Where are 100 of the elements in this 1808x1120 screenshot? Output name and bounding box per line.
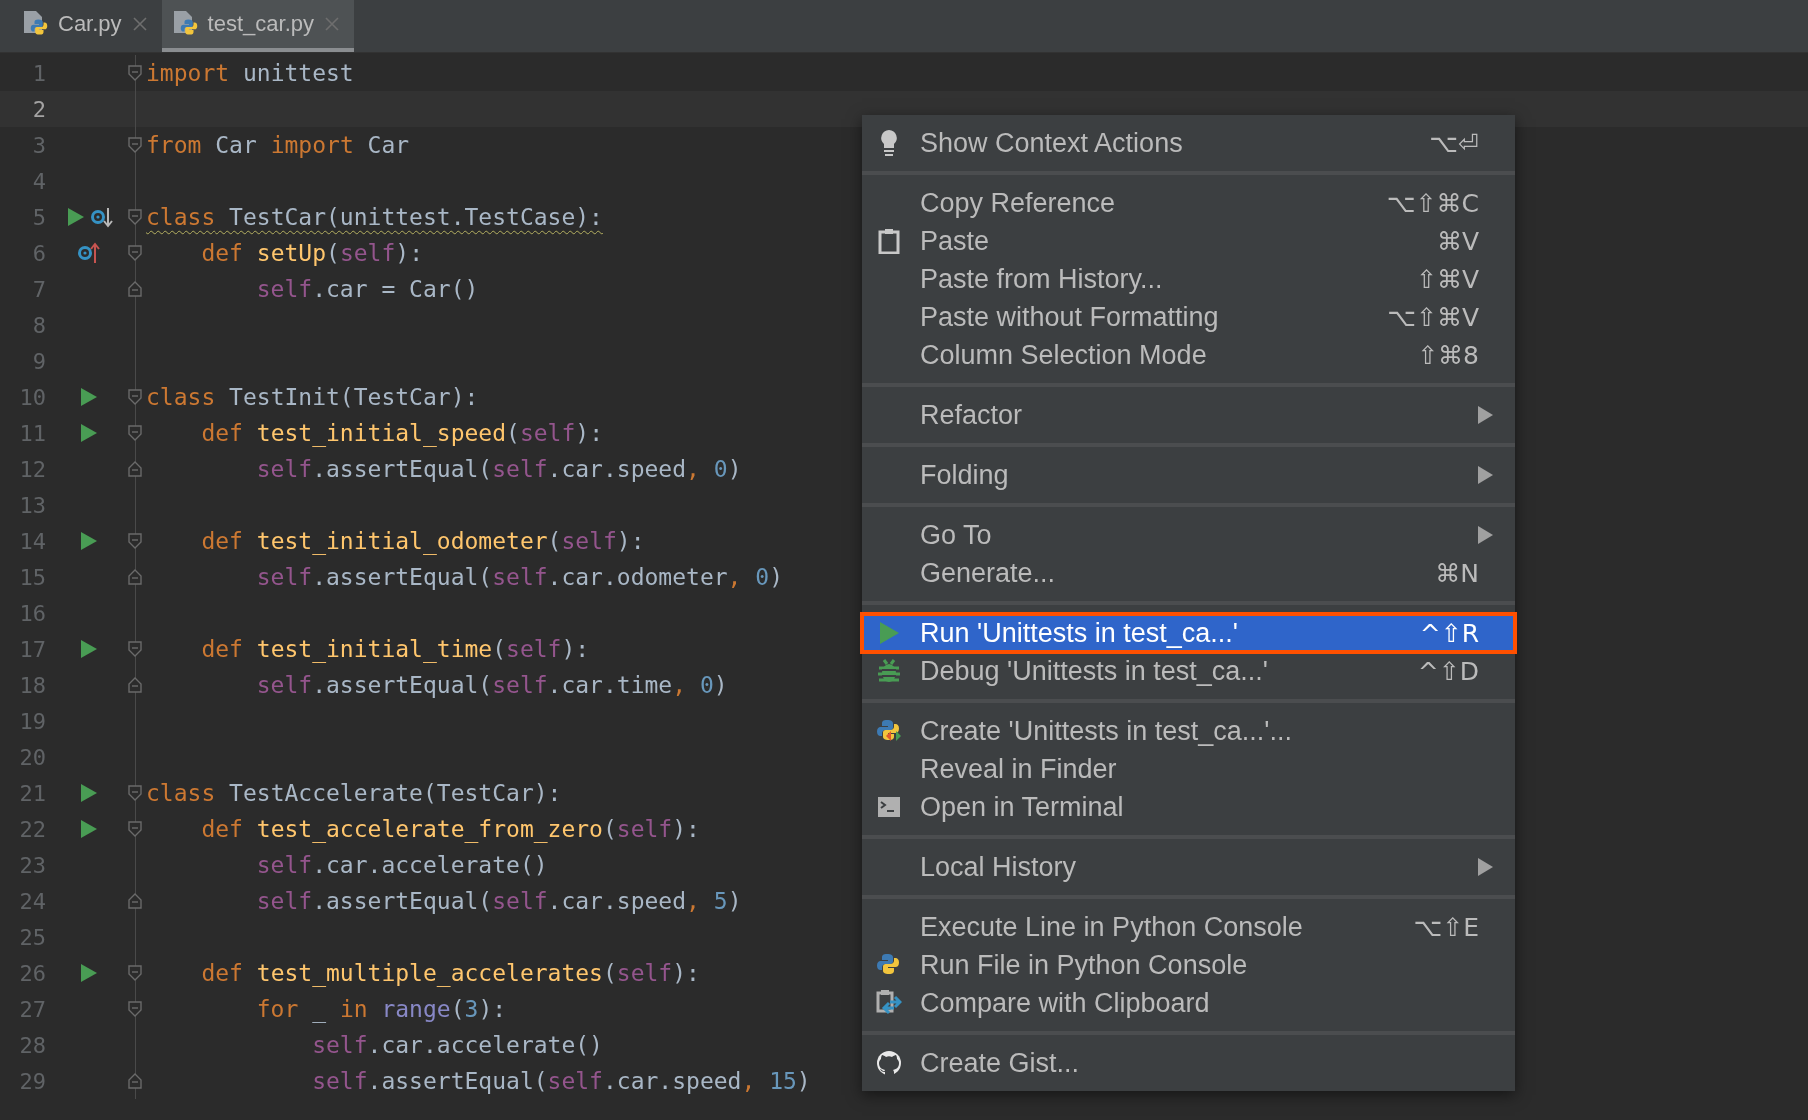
fold-marker-icon[interactable] bbox=[127, 568, 143, 586]
menu-item-label: Reveal in Finder bbox=[920, 753, 1118, 785]
code-line: self.car = Car() bbox=[255, 276, 479, 302]
code-line: self.car.accelerate() bbox=[255, 852, 548, 878]
file-tab[interactable]: Car.py bbox=[12, 0, 162, 52]
line-number: 3 bbox=[31, 132, 46, 158]
fold-marker-icon[interactable] bbox=[127, 64, 143, 82]
fold-marker-icon[interactable] bbox=[127, 640, 143, 658]
line-number: 26 bbox=[18, 960, 46, 986]
code-line: def test_initial_speed(self): bbox=[200, 420, 603, 446]
shortcut-label: ⌥⏎ bbox=[1429, 128, 1480, 158]
menu-item[interactable]: Paste without Formatting ⌥⇧⌘V bbox=[862, 298, 1515, 336]
code-line: from Car import Car bbox=[146, 132, 410, 158]
menu-item-label: Open in Terminal bbox=[920, 791, 1125, 823]
menu-item[interactable]: Refactor bbox=[862, 396, 1515, 434]
menu-item-label: Local History bbox=[920, 851, 1078, 883]
menu-item-label: Paste from History... bbox=[920, 263, 1164, 295]
line-number: 20 bbox=[18, 744, 46, 770]
menu-item-label: Create 'Unittests in test_ca...'... bbox=[920, 715, 1293, 747]
line-number: 14 bbox=[18, 528, 46, 554]
line-number: 17 bbox=[18, 636, 46, 662]
override-down-arrow-icon[interactable] bbox=[90, 205, 114, 229]
line-number: 13 bbox=[18, 492, 46, 518]
code-line: self.assertEqual(self.car.odometer, 0) bbox=[255, 564, 783, 590]
code-line: def test_initial_time(self): bbox=[200, 636, 590, 662]
fold-marker-icon[interactable] bbox=[127, 1000, 143, 1018]
close-icon[interactable] bbox=[131, 16, 148, 32]
line-number: 25 bbox=[18, 924, 46, 950]
line-number: 21 bbox=[18, 780, 46, 806]
shortcut-label: ⌘V bbox=[1436, 226, 1480, 256]
menu-item[interactable]: Create 'Unittests in test_ca...'... bbox=[862, 712, 1515, 750]
menu-item-label: Run 'Unittests in test_ca...' bbox=[920, 617, 1239, 649]
menu-item-label: Paste without Formatting bbox=[920, 301, 1220, 333]
menu-item-label: Paste bbox=[920, 225, 991, 257]
shortcut-label: ^⇧D bbox=[1417, 656, 1480, 686]
menu-item-label: Compare with Clipboard bbox=[920, 987, 1211, 1019]
menu-item[interactable]: Open in Terminal bbox=[862, 788, 1515, 826]
fold-marker-icon[interactable] bbox=[127, 532, 143, 550]
line-number: 5 bbox=[31, 204, 46, 230]
fold-marker-icon[interactable] bbox=[127, 676, 143, 694]
menu-item-label: Folding bbox=[920, 459, 1010, 491]
fold-marker-icon[interactable] bbox=[127, 784, 143, 802]
menu-item-label: Run File in Python Console bbox=[920, 949, 1249, 981]
menu-item[interactable]: Paste ⌘V bbox=[862, 222, 1515, 260]
fold-marker-icon[interactable] bbox=[127, 244, 143, 262]
menu-item[interactable]: Reveal in Finder bbox=[862, 750, 1515, 788]
code-line: class TestInit(TestCar): bbox=[146, 384, 479, 410]
code-line: self.assertEqual(self.car.speed, 0) bbox=[255, 456, 742, 482]
menu-item[interactable]: Go To bbox=[862, 516, 1515, 554]
close-icon[interactable] bbox=[324, 16, 340, 32]
code-line: self.assertEqual(self.car.speed, 5) bbox=[255, 888, 742, 914]
line-number: 9 bbox=[31, 348, 46, 374]
menu-item[interactable]: Run 'Unittests in test_ca...' ^⇧R bbox=[862, 614, 1515, 652]
shortcut-label: ⇧⌘8 bbox=[1417, 340, 1480, 370]
line-number: 15 bbox=[18, 564, 46, 590]
menu-item[interactable]: Debug 'Unittests in test_ca...' ^⇧D bbox=[862, 652, 1515, 690]
line-number: 6 bbox=[31, 240, 46, 266]
fold-marker-icon[interactable] bbox=[127, 208, 143, 226]
line-number: 12 bbox=[18, 456, 46, 482]
line-number: 19 bbox=[18, 708, 46, 734]
menu-item[interactable]: Paste from History... ⇧⌘V bbox=[862, 260, 1515, 298]
code-line: def setUp(self): bbox=[200, 240, 423, 266]
file-tab[interactable]: test_car.py bbox=[161, 0, 354, 52]
line-number: 11 bbox=[18, 420, 46, 446]
override-up-arrow-icon[interactable] bbox=[77, 241, 101, 265]
menu-item[interactable]: Execute Line in Python Console ⌥⇧E bbox=[862, 908, 1515, 946]
line-number: 28 bbox=[18, 1032, 46, 1058]
line-number: 23 bbox=[18, 852, 46, 878]
fold-marker-icon[interactable] bbox=[127, 424, 143, 442]
shortcut-label: ⌥⇧⌘C bbox=[1386, 188, 1480, 218]
line-number: 16 bbox=[18, 600, 46, 626]
fold-marker-icon[interactable] bbox=[127, 136, 143, 154]
menu-item[interactable]: Copy Reference ⌥⇧⌘C bbox=[862, 184, 1515, 222]
shortcut-label: ⌘N bbox=[1435, 558, 1480, 588]
shortcut-label: ^⇧R bbox=[1419, 618, 1480, 648]
fold-marker-icon[interactable] bbox=[127, 388, 143, 406]
menu-item[interactable]: Folding bbox=[862, 456, 1515, 494]
menu-item[interactable]: Show Context Actions ⌥⏎ bbox=[862, 124, 1515, 162]
shortcut-label: ⌥⇧E bbox=[1413, 912, 1480, 942]
menu-item[interactable]: Run File in Python Console bbox=[862, 946, 1515, 984]
fold-marker-icon[interactable] bbox=[127, 964, 143, 982]
fold-marker-icon[interactable] bbox=[127, 820, 143, 838]
code-line: def test_accelerate_from_zero(self): bbox=[200, 816, 700, 842]
fold-marker-icon[interactable] bbox=[127, 460, 143, 478]
menu-item[interactable]: Create Gist... bbox=[862, 1044, 1515, 1082]
menu-item[interactable]: Compare with Clipboard bbox=[862, 984, 1515, 1022]
menu-item-label: Execute Line in Python Console bbox=[920, 911, 1304, 943]
shortcut-label: ⌥⇧⌘V bbox=[1387, 302, 1480, 332]
code-line: import unittest bbox=[146, 60, 354, 86]
bug-icon bbox=[876, 658, 902, 684]
fold-marker-icon[interactable] bbox=[127, 892, 143, 910]
code-line: class TestCar(unittest.TestCase): bbox=[146, 204, 603, 230]
menu-item-label: Go To bbox=[920, 519, 993, 551]
fold-marker-icon[interactable] bbox=[127, 1072, 143, 1090]
menu-item[interactable]: Column Selection Mode ⇧⌘8 bbox=[862, 336, 1515, 374]
clipboard-icon bbox=[878, 228, 900, 254]
line-number: 29 bbox=[18, 1068, 46, 1094]
menu-item[interactable]: Generate... ⌘N bbox=[862, 554, 1515, 592]
fold-marker-icon[interactable] bbox=[127, 280, 143, 298]
menu-item[interactable]: Local History bbox=[862, 848, 1515, 886]
